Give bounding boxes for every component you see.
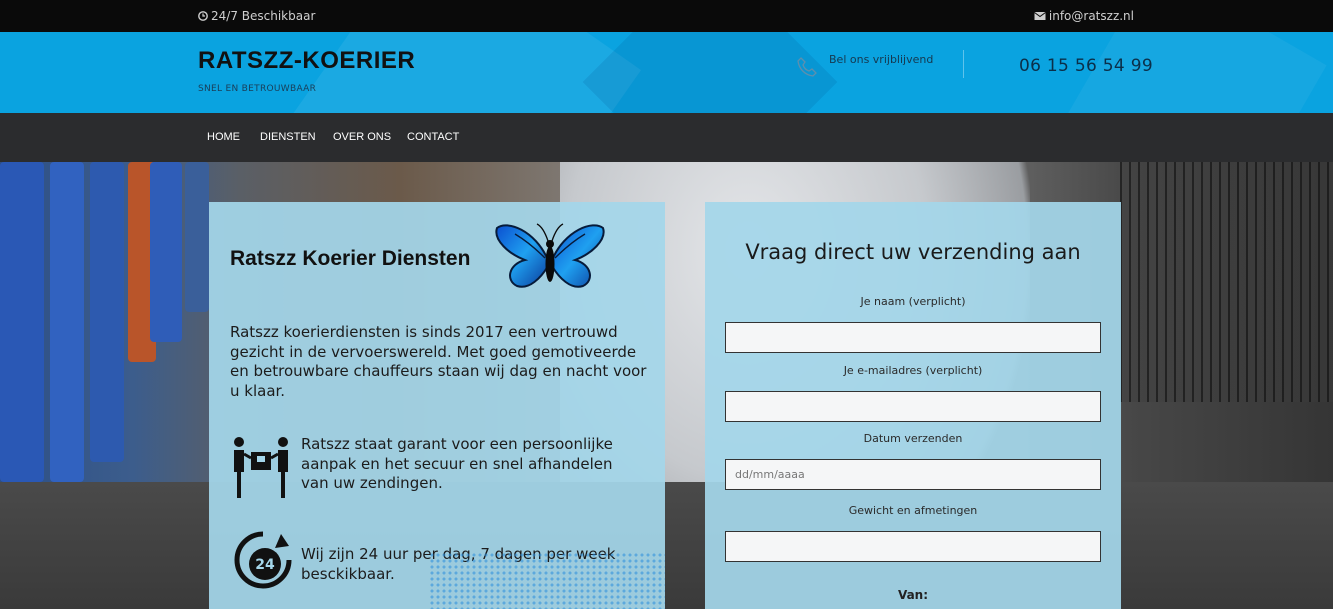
hero-image-detail — [0, 482, 1333, 609]
date-field[interactable]: dd/mm/aaaa — [725, 459, 1101, 490]
email-field[interactable] — [725, 391, 1101, 422]
main-navigation: HOME DIENSTEN OVER ONS CONTACT — [0, 113, 1333, 162]
nav-item-diensten[interactable]: DIENSTEN — [260, 131, 316, 143]
nav-item-over-ons[interactable]: OVER ONS — [333, 131, 391, 143]
panel-title: Ratszz Koerier Diensten — [230, 247, 471, 270]
date-label: Datum verzenden — [863, 432, 963, 445]
clock-number: 24 — [255, 557, 275, 573]
nav-item-home[interactable]: HOME — [207, 131, 240, 143]
email-link[interactable]: info@ratszz.nl — [1049, 9, 1134, 23]
phone-number[interactable]: 06 15 56 54 99 — [1019, 56, 1153, 76]
nav-item-contact[interactable]: CONTACT — [407, 131, 459, 143]
email-info[interactable]: info@ratszz.nl — [1034, 9, 1134, 23]
site-header: RATSZZ-KOERIER SNEL EN BETROUWBAAR Bel o… — [0, 32, 1333, 113]
call-label: Bel ons vrijblijvend — [829, 53, 934, 66]
delivery-handover-icon — [234, 437, 288, 498]
butterfly-logo — [495, 223, 605, 288]
site-tagline: SNEL EN BETROUWBAAR — [198, 84, 317, 94]
availability-text: 24/7 Beschikbaar — [211, 9, 316, 23]
name-label: Je naam (verplicht) — [860, 295, 966, 308]
hero-image-detail — [185, 162, 209, 312]
form-heading: Vraag direct uw verzending aan — [745, 240, 1081, 264]
hero-background-image — [0, 162, 1333, 609]
site-brand[interactable]: RATSZZ-KOERIER — [198, 47, 415, 75]
clock-icon — [198, 11, 208, 21]
hero-image-detail — [1120, 162, 1333, 402]
weight-dimensions-field[interactable] — [725, 531, 1101, 562]
shipment-request-form: Vraag direct uw verzending aan Je naam (… — [705, 202, 1121, 609]
date-placeholder: dd/mm/aaaa — [735, 468, 805, 481]
feature-personal-text: Ratszz staat garant voor een persoonlijk… — [301, 435, 613, 492]
email-label: Je e-mailadres (verplicht) — [843, 364, 983, 377]
envelope-icon — [1034, 12, 1046, 20]
world-map-decoration — [429, 552, 665, 609]
hero-image-detail — [0, 162, 44, 482]
hero-image-detail — [150, 162, 182, 342]
hero-image-detail — [50, 162, 84, 482]
weight-label: Gewicht en afmetingen — [848, 504, 978, 517]
header-divider — [963, 50, 964, 78]
24-hour-clock-icon: 24 — [234, 531, 292, 589]
from-label: Van: — [897, 588, 929, 602]
availability-info: 24/7 Beschikbaar — [198, 9, 315, 23]
company-info-panel: Ratszz Koerier Diensten Ratszz koerierdi… — [209, 202, 665, 609]
hero-image-detail — [90, 162, 124, 462]
intro-text: Ratszz koerierdiensten is sinds 2017 een… — [230, 323, 647, 400]
phone-icon — [797, 57, 817, 77]
name-field[interactable] — [725, 322, 1101, 353]
top-bar: 24/7 Beschikbaar info@ratszz.nl — [0, 0, 1333, 32]
